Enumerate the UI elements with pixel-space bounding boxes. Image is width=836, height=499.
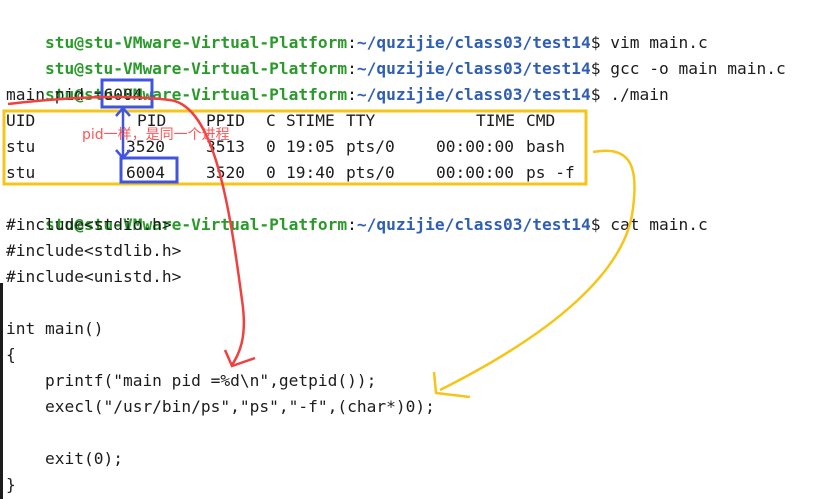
- source-line: }: [6, 475, 16, 494]
- ps-cell-tty: pts/0: [346, 163, 395, 182]
- ps-header-uid: UID: [6, 111, 36, 130]
- ps-cell-stime: 19:05: [286, 137, 335, 156]
- prompt-line-cat: stu@stu-VMware-Virtual-Platform:~/quziji…: [44, 215, 708, 234]
- ps-header-cmd: CMD: [526, 111, 556, 130]
- ps-row: stu 6004 3520 0 19:40 pts/0 00:00:00 ps …: [6, 160, 586, 186]
- prompt-suffix: $: [590, 215, 611, 234]
- source-line: #include<stdlib.h>: [6, 241, 182, 260]
- ps-cell-cmd: bash: [526, 137, 565, 156]
- ps-cell-uid: stu: [6, 137, 36, 156]
- source-line: #include<unistd.h>: [6, 267, 182, 286]
- source-line: exit(0);: [6, 449, 123, 468]
- prompt-line-gcc: stu@stu-VMware-Virtual-Platform:~/quziji…: [44, 59, 786, 78]
- command-text: cat main.c: [610, 215, 708, 234]
- ps-cell-c: 0: [266, 137, 276, 156]
- source-line: {: [6, 345, 16, 364]
- ps-cell-time: 00:00:00: [436, 163, 514, 182]
- prompt-suffix: $: [590, 85, 611, 104]
- ps-cell-c: 0: [266, 163, 276, 182]
- source-line: #include<stdio.h>: [6, 215, 172, 234]
- ps-header-tty: TTY: [346, 111, 376, 130]
- command-text: ./main: [610, 85, 669, 104]
- prompt-path: ~/quzijie/class03/test14: [356, 215, 591, 234]
- source-line: int main(): [6, 319, 104, 338]
- ps-header-c: C: [266, 111, 276, 130]
- source-line: execl("/usr/bin/ps","ps","-f",(char*)0);: [6, 397, 435, 416]
- prompt-path: ~/quzijie/class03/test14: [356, 85, 591, 104]
- prompt-line-vim: stu@stu-VMware-Virtual-Platform:~/quziji…: [44, 33, 708, 52]
- annotation-note: pid一样，是同一个进程: [82, 127, 230, 143]
- ps-cell-stime: 19:40: [286, 163, 335, 182]
- ps-cell-time: 00:00:00: [436, 137, 514, 156]
- prompt-line-run: stu@stu-VMware-Virtual-Platform:~/quziji…: [44, 85, 669, 104]
- ps-header-stime: STIME: [286, 111, 335, 130]
- ps-cell-pid: 6004: [126, 163, 165, 182]
- text-cursor-bar: [0, 283, 3, 499]
- program-output: main pid =6004: [6, 85, 143, 104]
- source-line: printf("main pid =%d\n",getpid());: [6, 371, 377, 390]
- ps-cell-uid: stu: [6, 163, 36, 182]
- ps-header-time: TIME: [476, 111, 515, 130]
- terminal-window[interactable]: stu@stu-VMware-Virtual-Platform:~/quziji…: [0, 0, 836, 499]
- ps-cell-tty: pts/0: [346, 137, 395, 156]
- ps-cell-cmd: ps -f: [526, 163, 575, 182]
- ps-cell-ppid: 3520: [206, 163, 245, 182]
